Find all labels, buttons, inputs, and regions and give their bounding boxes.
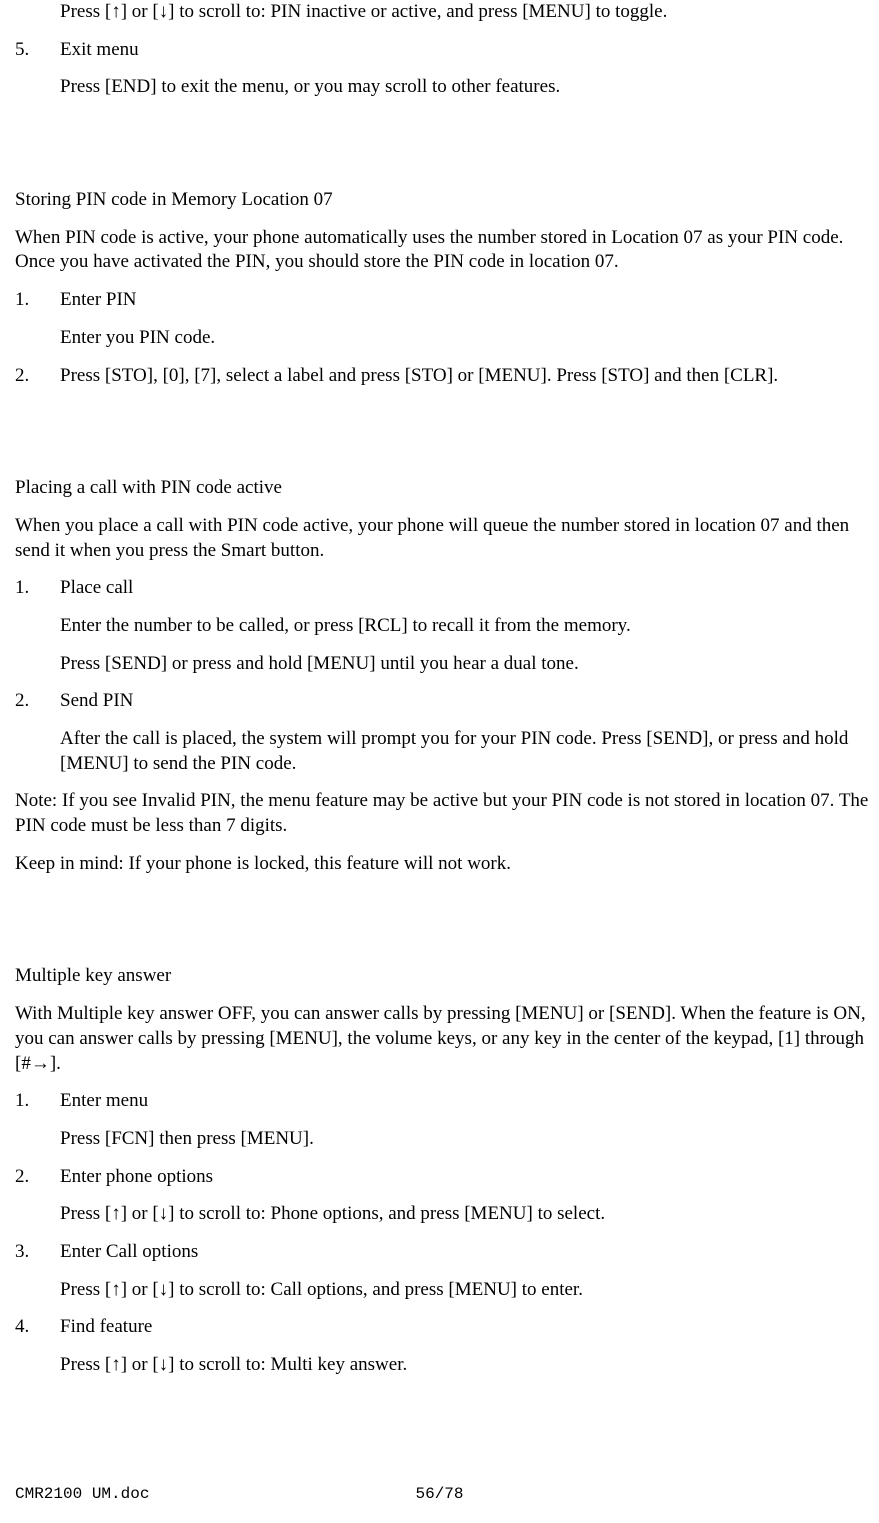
item-detail: Enter you PIN code. xyxy=(15,326,869,351)
top-instruction: Press [↑] or [↓] to scroll to: PIN inact… xyxy=(15,0,869,25)
item-number: 1. xyxy=(15,1089,60,1114)
item-detail: Enter the number to be called, or press … xyxy=(15,614,869,639)
item-label: Enter PIN xyxy=(60,288,869,313)
item-label: Enter phone options xyxy=(60,1165,869,1190)
placing-item-2: 2. Send PIN xyxy=(15,689,869,714)
item-detail: Press [END] to exit the menu, or you may… xyxy=(15,75,869,100)
multi-item-2: 2. Enter phone options xyxy=(15,1165,869,1190)
item-label: Find feature xyxy=(60,1315,869,1340)
item-number: 4. xyxy=(15,1315,60,1340)
item-detail: Press [↑] or [↓] to scroll to: Call opti… xyxy=(15,1278,869,1303)
item-number: 2. xyxy=(15,689,60,714)
item-number: 3. xyxy=(15,1240,60,1265)
item-label: Enter menu xyxy=(60,1089,869,1114)
multi-item-3: 3. Enter Call options xyxy=(15,1240,869,1265)
section-title-storing: Storing PIN code in Memory Location 07 xyxy=(15,188,869,213)
multi-item-1: 1. Enter menu xyxy=(15,1089,869,1114)
item-detail: Press [SEND] or press and hold [MENU] un… xyxy=(15,652,869,677)
item-detail: Press [FCN] then press [MENU]. xyxy=(15,1127,869,1152)
footer-page-number: 56/78 xyxy=(415,1484,463,1505)
section-title-multi: Multiple key answer xyxy=(15,964,869,989)
page-footer: CMR2100 UM.doc 56/78 xyxy=(15,1484,864,1505)
storing-item-1: 1. Enter PIN xyxy=(15,288,869,313)
item-number: 5. xyxy=(15,38,60,63)
item-number: 2. xyxy=(15,1165,60,1190)
section-title-placing: Placing a call with PIN code active xyxy=(15,476,869,501)
section-intro: When PIN code is active, your phone auto… xyxy=(15,226,869,275)
item-label: Exit menu xyxy=(60,38,869,63)
item-label: Place call xyxy=(60,576,869,601)
keep-in-mind-text: Keep in mind: If your phone is locked, t… xyxy=(15,852,869,877)
item-label: Press [STO], [0], [7], select a label an… xyxy=(60,364,869,389)
section-intro: With Multiple key answer OFF, you can an… xyxy=(15,1002,869,1076)
item-number: 1. xyxy=(15,288,60,313)
note-text: Note: If you see Invalid PIN, the menu f… xyxy=(15,789,869,838)
section-intro: When you place a call with PIN code acti… xyxy=(15,514,869,563)
multi-item-4: 4. Find feature xyxy=(15,1315,869,1340)
item-label: Enter Call options xyxy=(60,1240,869,1265)
item-detail: Press [↑] or [↓] to scroll to: Phone opt… xyxy=(15,1202,869,1227)
storing-item-2: 2. Press [STO], [0], [7], select a label… xyxy=(15,364,869,389)
footer-doc-name: CMR2100 UM.doc xyxy=(15,1484,149,1505)
item-detail: After the call is placed, the system wil… xyxy=(15,727,869,776)
item-label: Send PIN xyxy=(60,689,869,714)
placing-item-1: 1. Place call xyxy=(15,576,869,601)
list-item-5: 5. Exit menu xyxy=(15,38,869,63)
item-number: 1. xyxy=(15,576,60,601)
item-number: 2. xyxy=(15,364,60,389)
item-detail: Press [↑] or [↓] to scroll to: Multi key… xyxy=(15,1353,869,1378)
